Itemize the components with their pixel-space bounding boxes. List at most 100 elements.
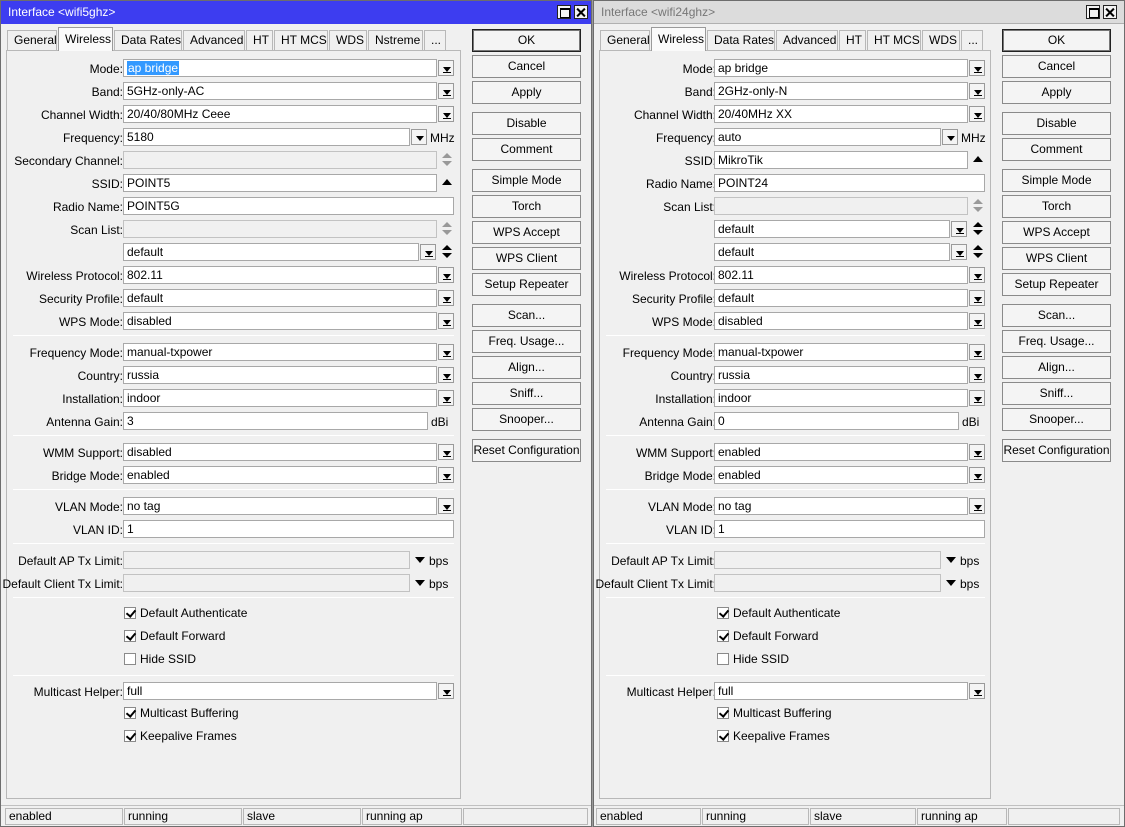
setup-repeater-button[interactable]: Setup Repeater [1002, 273, 1111, 296]
tab-general[interactable]: General [7, 30, 57, 50]
secondary-channel-updown-icon[interactable] [441, 151, 453, 169]
tab-more[interactable]: ... [961, 30, 983, 50]
tab-ht[interactable]: HT [246, 30, 273, 50]
multicast-helper-dropdown-icon[interactable] [969, 683, 985, 699]
default-authenticate-checkbox[interactable] [124, 607, 136, 619]
channel-width-select[interactable]: 20/40/80MHz Ceee [123, 105, 437, 123]
apply-button[interactable]: Apply [1002, 81, 1111, 104]
band-select[interactable]: 2GHz-only-N [714, 82, 968, 100]
wps-mode-select[interactable]: disabled [123, 312, 437, 330]
channel-width-dropdown-icon[interactable] [438, 106, 454, 122]
ssid-input[interactable]: MikroTik [714, 151, 968, 169]
security-profile-select[interactable]: default [123, 289, 437, 307]
default-forward-checkbox[interactable] [717, 630, 729, 642]
scan-list-3-dropdown-icon[interactable] [951, 244, 967, 260]
tab-ht-mcs[interactable]: HT MCS [274, 30, 328, 50]
country-dropdown-icon[interactable] [438, 367, 454, 383]
tab-data-rates[interactable]: Data Rates [114, 30, 182, 50]
radio-name-input[interactable]: POINT5G [123, 197, 454, 215]
band-select[interactable]: 5GHz-only-AC [123, 82, 437, 100]
ok-button[interactable]: OK [1002, 29, 1111, 52]
wireless-protocol-select[interactable]: 802.11 [123, 266, 437, 284]
sniff-button[interactable]: Sniff... [1002, 382, 1111, 405]
scan-list-select-2[interactable]: default [714, 220, 950, 238]
default-client-tx-limit-dropdown-icon[interactable] [415, 578, 425, 588]
frequency-mode-select[interactable]: manual-txpower [123, 343, 437, 361]
tab-ht[interactable]: HT [839, 30, 866, 50]
scan-list-field[interactable] [123, 220, 437, 238]
band-dropdown-icon[interactable] [969, 83, 985, 99]
installation-dropdown-icon[interactable] [438, 390, 454, 406]
tab-advanced[interactable]: Advanced [776, 30, 838, 50]
secondary-channel-field[interactable] [123, 151, 437, 169]
tab-more[interactable]: ... [424, 30, 446, 50]
wireless-protocol-dropdown-icon[interactable] [969, 267, 985, 283]
setup-repeater-button[interactable]: Setup Repeater [472, 273, 581, 296]
window-titlebar[interactable]: Interface <wifi24ghz> [594, 1, 1124, 24]
scan-list-updown-icon[interactable] [441, 220, 453, 238]
mode-dropdown-icon[interactable] [969, 60, 985, 76]
multicast-helper-select[interactable]: full [714, 682, 968, 700]
antenna-gain-input[interactable]: 3 [123, 412, 428, 430]
default-ap-tx-limit-dropdown-icon[interactable] [415, 555, 425, 565]
multicast-helper-dropdown-icon[interactable] [438, 683, 454, 699]
tab-advanced[interactable]: Advanced [183, 30, 245, 50]
scan-button[interactable]: Scan... [472, 304, 581, 327]
wmm-support-select[interactable]: disabled [123, 443, 437, 461]
tab-wds[interactable]: WDS [922, 30, 960, 50]
frequency-mode-select[interactable]: manual-txpower [714, 343, 968, 361]
tab-nstreme[interactable]: Nstreme [368, 30, 423, 50]
wps-mode-dropdown-icon[interactable] [969, 313, 985, 329]
wireless-protocol-dropdown-icon[interactable] [438, 267, 454, 283]
installation-select[interactable]: indoor [123, 389, 437, 407]
torch-button[interactable]: Torch [1002, 195, 1111, 218]
multicast-buffering-checkbox[interactable] [124, 707, 136, 719]
scan-list-updown-icon[interactable] [972, 197, 984, 215]
wps-client-button[interactable]: WPS Client [472, 247, 581, 270]
bridge-mode-dropdown-icon[interactable] [438, 467, 454, 483]
frequency-mode-dropdown-icon[interactable] [438, 344, 454, 360]
frequency-select[interactable]: auto [714, 128, 941, 146]
vlan-mode-dropdown-icon[interactable] [438, 498, 454, 514]
bridge-mode-dropdown-icon[interactable] [969, 467, 985, 483]
maximize-icon[interactable] [557, 5, 571, 19]
tab-wireless[interactable]: Wireless [58, 27, 113, 51]
ssid-input[interactable]: POINT5 [123, 174, 437, 192]
wireless-protocol-select[interactable]: 802.11 [714, 266, 968, 284]
wps-accept-button[interactable]: WPS Accept [472, 221, 581, 244]
multicast-buffering-checkbox[interactable] [717, 707, 729, 719]
disable-button[interactable]: Disable [1002, 112, 1111, 135]
tab-wireless[interactable]: Wireless [651, 27, 706, 51]
country-dropdown-icon[interactable] [969, 367, 985, 383]
wps-client-button[interactable]: WPS Client [1002, 247, 1111, 270]
security-profile-select[interactable]: default [714, 289, 968, 307]
scan-list-dropdown-icon[interactable] [420, 244, 436, 260]
bridge-mode-select[interactable]: enabled [123, 466, 437, 484]
scan-list-field[interactable] [714, 197, 968, 215]
default-ap-tx-limit-dropdown-icon[interactable] [946, 555, 956, 565]
channel-width-dropdown-icon[interactable] [969, 106, 985, 122]
ssid-collapse-icon[interactable] [972, 151, 984, 169]
cancel-button[interactable]: Cancel [1002, 55, 1111, 78]
disable-button[interactable]: Disable [472, 112, 581, 135]
reset-configuration-button[interactable]: Reset Configuration [1002, 439, 1111, 462]
scan-list-select-3[interactable]: default [714, 243, 950, 261]
antenna-gain-input[interactable]: 0 [714, 412, 959, 430]
cancel-button[interactable]: Cancel [472, 55, 581, 78]
vlan-id-input[interactable]: 1 [714, 520, 985, 538]
freq-usage-button[interactable]: Freq. Usage... [1002, 330, 1111, 353]
default-client-tx-limit-field[interactable] [123, 574, 410, 592]
default-ap-tx-limit-field[interactable] [123, 551, 410, 569]
default-authenticate-checkbox[interactable] [717, 607, 729, 619]
wps-mode-select[interactable]: disabled [714, 312, 968, 330]
torch-button[interactable]: Torch [472, 195, 581, 218]
vlan-mode-select[interactable]: no tag [714, 497, 968, 515]
mode-dropdown-icon[interactable] [438, 60, 454, 76]
frequency-dropdown-icon[interactable] [942, 129, 958, 145]
default-forward-checkbox[interactable] [124, 630, 136, 642]
security-profile-dropdown-icon[interactable] [969, 290, 985, 306]
bridge-mode-select[interactable]: enabled [714, 466, 968, 484]
keepalive-frames-checkbox[interactable] [124, 730, 136, 742]
ok-button[interactable]: OK [472, 29, 581, 52]
comment-button[interactable]: Comment [472, 138, 581, 161]
